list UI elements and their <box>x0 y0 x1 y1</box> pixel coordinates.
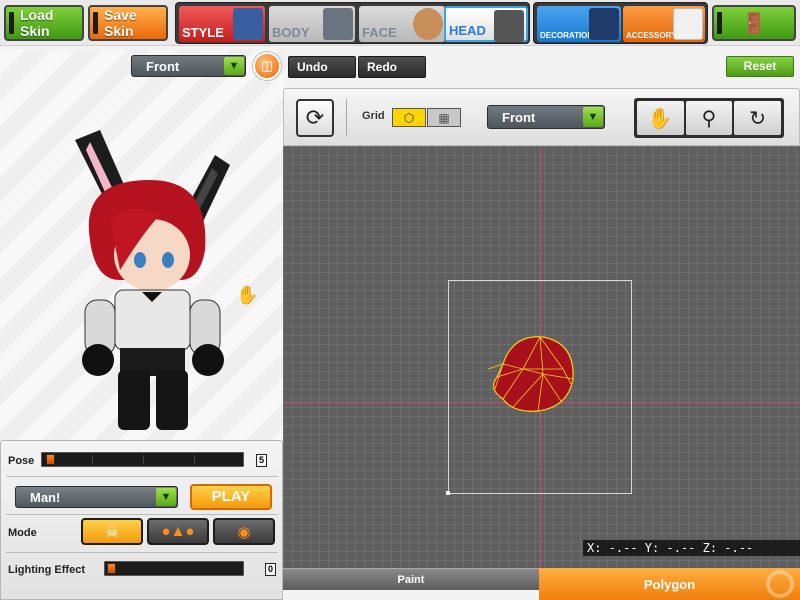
rotate-view-icon[interactable]: ⟳ <box>296 99 334 137</box>
category-body-button[interactable]: BODY <box>269 6 355 42</box>
save-skin-button[interactable]: Save Skin <box>88 5 168 41</box>
head-thumbnail-icon <box>494 10 524 42</box>
preview-view-select[interactable]: Front ▼ <box>131 55 246 77</box>
zoom-icon[interactable]: ⚲ <box>685 101 733 135</box>
undo-button[interactable]: Undo <box>288 56 356 78</box>
preview-toggle-icon[interactable]: ◫ <box>253 52 281 80</box>
viewport-view-select[interactable]: Front ▼ <box>487 105 605 129</box>
mode-label: Mode <box>8 527 37 539</box>
camera-rotate-icon[interactable]: ↻ <box>734 101 782 135</box>
category-face-button[interactable]: FACE <box>359 6 445 42</box>
pose-label: Pose <box>8 455 35 467</box>
right-eye <box>162 252 174 268</box>
category-style-label: STYLE <box>182 25 224 40</box>
accessory-thumbnail-icon <box>673 8 703 40</box>
category-group-main: STYLE BODY FACE HEAD <box>175 2 530 44</box>
body-thumbnail-icon <box>323 8 353 40</box>
target-icon <box>766 570 794 598</box>
coordinate-readout: X: -.-- Y: -.-- Z: -.-- <box>583 540 800 556</box>
category-style-button[interactable]: STYLE <box>179 6 265 42</box>
viewport-toolbar: ⟳ Grid ⬡ ▦ Front ▼ ✋ ⚲ ↻ <box>283 88 800 146</box>
button-marker <box>9 12 14 34</box>
pose-slider[interactable] <box>41 452 244 467</box>
animation-control-panel: Pose 5 Man! ▼ PLAY Mode ☠ ●▲● ◉ Lighting… <box>0 440 283 600</box>
left-glove <box>82 344 114 376</box>
chevron-down-icon[interactable]: ▼ <box>156 488 176 506</box>
load-skin-button[interactable]: Load Skin <box>4 5 84 41</box>
style-thumbnail-icon <box>233 8 263 40</box>
lighting-value: 0 <box>265 563 276 576</box>
chevron-down-icon[interactable]: ▼ <box>583 107 603 127</box>
divider <box>6 514 278 515</box>
tab-polygon[interactable]: Polygon <box>539 568 800 600</box>
category-accessory-label: ACCESSORY <box>626 31 677 40</box>
slider-tick <box>194 455 195 464</box>
left-eye <box>134 252 146 268</box>
reset-button[interactable]: Reset <box>726 56 794 77</box>
hand-icon[interactable]: ✋ <box>637 101 684 135</box>
exit-button[interactable]: 🚪 <box>712 5 796 41</box>
play-button[interactable]: PLAY <box>190 484 272 510</box>
pose-value: 5 <box>256 454 267 467</box>
preview-view-value: Front <box>146 59 180 74</box>
skeleton-mode-icon[interactable]: ☠ <box>81 518 143 545</box>
frame-handle[interactable] <box>446 491 450 495</box>
category-head-button[interactable]: HEAD <box>444 6 528 42</box>
tab-paint[interactable]: Paint <box>283 568 539 590</box>
category-accessory-button[interactable]: ACCESSORY <box>623 6 705 42</box>
pose-select[interactable]: Man! ▼ <box>15 486 178 508</box>
face-thumbnail-icon <box>413 8 443 40</box>
mesh-mode-icon[interactable]: ◉ <box>213 518 275 545</box>
redo-button[interactable]: Redo <box>358 56 426 78</box>
slider-tick <box>92 455 93 464</box>
chevron-down-icon[interactable]: ▼ <box>224 57 244 75</box>
hand-cursor-icon: ✋ <box>236 285 259 305</box>
category-decoration-label: DECORATION <box>540 31 594 40</box>
category-body-label: BODY <box>272 25 310 40</box>
grid-square-icon[interactable]: ▦ <box>427 108 461 127</box>
divider <box>6 476 278 477</box>
right-leg <box>156 370 188 430</box>
pose-slider-thumb[interactable] <box>46 454 55 465</box>
category-head-label: HEAD <box>449 23 486 38</box>
viewport-view-value: Front <box>502 110 536 125</box>
top-toolbar: Load Skin Save Skin STYLE BODY FACE HEAD… <box>0 0 800 46</box>
lighting-slider[interactable] <box>104 561 244 576</box>
viewport-tools: ✋ ⚲ ↻ <box>634 98 784 138</box>
hair-mesh[interactable] <box>483 329 583 419</box>
tab-polygon-label: Polygon <box>643 576 696 592</box>
lighting-slider-thumb[interactable] <box>107 563 116 574</box>
3d-viewport[interactable]: X: -.-- Y: -.-- Z: -.-- <box>283 146 800 568</box>
exit-icon: 🚪 <box>741 12 767 35</box>
grid-label: Grid <box>362 110 385 122</box>
button-marker <box>93 12 98 34</box>
character-preview[interactable] <box>60 120 240 440</box>
divider <box>6 552 278 553</box>
save-skin-label: Save Skin <box>104 7 137 39</box>
lighting-effect-label: Lighting Effect <box>8 564 85 576</box>
left-leg <box>118 370 150 430</box>
category-group-extra: DECORATION ACCESSORY <box>533 2 708 44</box>
load-skin-label: Load Skin <box>20 7 54 39</box>
toolbar-divider <box>346 99 347 137</box>
grid-hex-icon[interactable]: ⬡ <box>392 108 426 127</box>
category-decoration-button[interactable]: DECORATION <box>537 6 621 42</box>
category-face-label: FACE <box>362 25 397 40</box>
pose-select-value: Man! <box>30 490 61 505</box>
right-glove <box>192 344 224 376</box>
decoration-thumbnail-icon <box>589 8 619 40</box>
slider-tick <box>143 455 144 464</box>
button-marker <box>717 12 722 34</box>
joint-mode-icon[interactable]: ●▲● <box>147 518 209 545</box>
